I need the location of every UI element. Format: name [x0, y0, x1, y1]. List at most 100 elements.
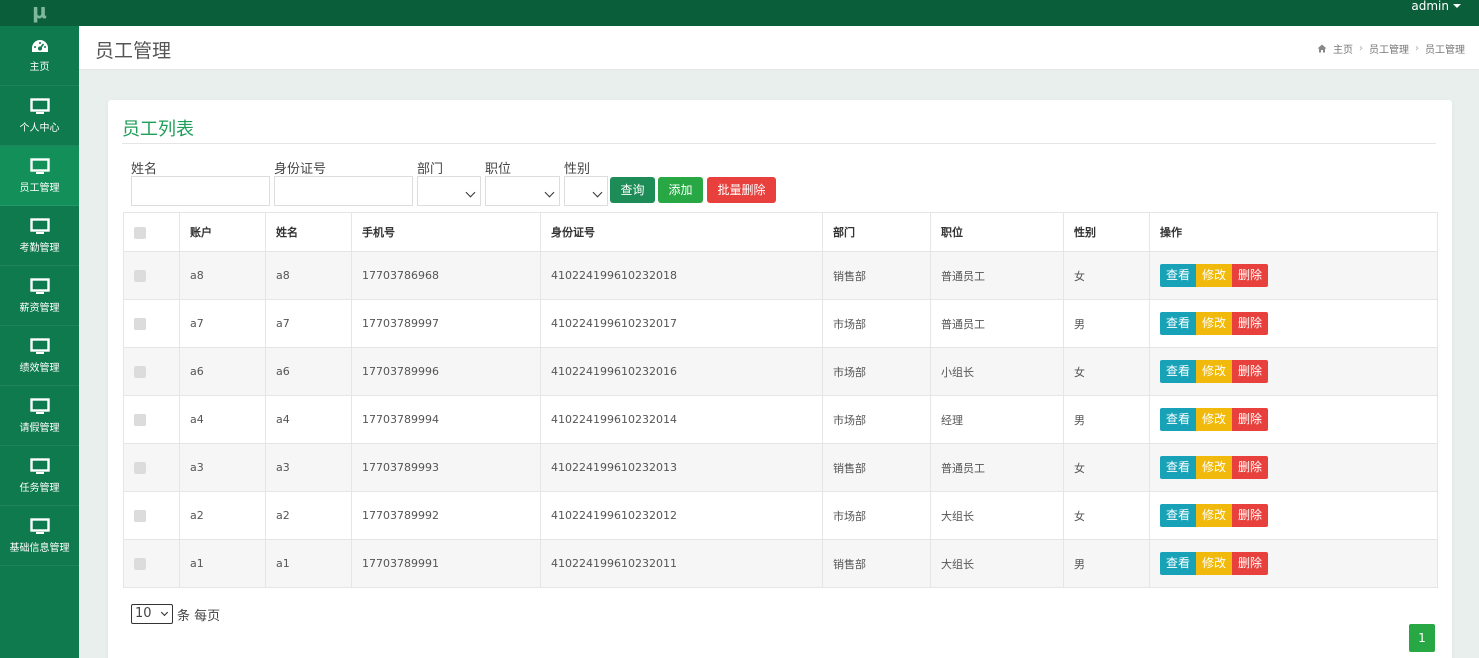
row-checkbox[interactable]	[134, 366, 146, 378]
sidebar-item-performance[interactable]: 绩效管理	[0, 326, 79, 386]
sidebar-item-attendance[interactable]: 考勤管理	[0, 206, 79, 266]
edit-button[interactable]: 修改	[1196, 456, 1233, 479]
query-button[interactable]: 查询	[610, 177, 655, 203]
row-select-cell	[123, 299, 180, 348]
row-actions: 查看 修改 删除	[1160, 264, 1427, 287]
cell-gender: 男	[1063, 299, 1150, 348]
page-size-select[interactable]: 10	[131, 604, 173, 624]
row-checkbox[interactable]	[134, 510, 146, 522]
column-header-gender: 性别	[1063, 212, 1150, 252]
sidebar-item-tasks[interactable]: 任务管理	[0, 446, 79, 506]
app-logo[interactable]: μ	[0, 0, 79, 26]
monitor-icon	[29, 517, 50, 534]
name-input[interactable]	[131, 176, 270, 206]
sidebar-item-label: 请假管理	[19, 422, 60, 434]
sidebar-item-label: 考勤管理	[19, 242, 60, 254]
position-label: 职位	[485, 162, 512, 177]
cell-phone: 17703789996	[351, 347, 541, 396]
monitor-icon	[29, 277, 50, 294]
edit-button[interactable]: 修改	[1196, 312, 1233, 335]
row-actions: 查看 修改 删除	[1160, 504, 1427, 527]
edit-button[interactable]: 修改	[1196, 264, 1233, 287]
column-header-account: 账户	[179, 212, 266, 252]
sidebar-item-home[interactable]: 主页	[0, 26, 79, 86]
gender-label: 性别	[564, 162, 591, 177]
cell-account: a4	[179, 395, 266, 444]
cell-phone: 17703789994	[351, 395, 541, 444]
row-select-cell	[123, 443, 180, 492]
delete-button[interactable]: 删除	[1232, 456, 1269, 479]
cell-position: 普通员工	[930, 443, 1064, 492]
user-name: admin	[1411, 0, 1449, 13]
delete-button[interactable]: 删除	[1232, 312, 1269, 335]
position-select[interactable]	[485, 176, 560, 206]
table-row: a1 a1 17703789991 410224199610232011 销售部…	[123, 539, 1438, 588]
cell-idcard: 410224199610232018	[540, 251, 823, 300]
row-checkbox[interactable]	[134, 318, 146, 330]
delete-button[interactable]: 删除	[1232, 264, 1269, 287]
divider	[122, 143, 1436, 144]
monitor-icon	[29, 337, 50, 354]
row-select-cell	[123, 395, 180, 444]
cell-gender: 女	[1063, 251, 1150, 300]
row-select-cell	[123, 491, 180, 540]
row-checkbox[interactable]	[134, 414, 146, 426]
view-button[interactable]: 查看	[1160, 264, 1197, 287]
batch-delete-button[interactable]: 批量删除	[707, 177, 776, 203]
page-size-value: 10	[135, 606, 152, 621]
cell-name: a3	[265, 443, 352, 492]
cell-dept: 市场部	[822, 347, 931, 396]
page-size-suffix: 条 每页	[177, 608, 221, 624]
page-button-current[interactable]: 1	[1409, 624, 1435, 652]
cell-name: a6	[265, 347, 352, 396]
delete-button[interactable]: 删除	[1232, 504, 1269, 527]
edit-button[interactable]: 修改	[1196, 552, 1233, 575]
chevron-down-icon	[592, 187, 603, 198]
cell-actions: 查看 修改 删除	[1149, 539, 1438, 588]
view-button[interactable]: 查看	[1160, 456, 1197, 479]
edit-button[interactable]: 修改	[1196, 504, 1233, 527]
cell-dept: 销售部	[822, 539, 931, 588]
cell-gender: 男	[1063, 395, 1150, 444]
monitor-icon	[29, 397, 50, 414]
user-menu[interactable]: admin	[1411, 0, 1461, 26]
view-button[interactable]: 查看	[1160, 552, 1197, 575]
row-checkbox[interactable]	[134, 558, 146, 570]
delete-button[interactable]: 删除	[1232, 552, 1269, 575]
employee-list-card: 员工列表 姓名 身份证号 部门 职位 性别 查询 添加 批量删除 账户 姓名 手…	[108, 100, 1452, 658]
sidebar-item-salary[interactable]: 薪资管理	[0, 266, 79, 326]
sidebar-item-label: 个人中心	[19, 122, 60, 134]
sidebar-item-label: 薪资管理	[19, 302, 60, 314]
sidebar-item-profile[interactable]: 个人中心	[0, 86, 79, 146]
row-select-cell	[123, 539, 180, 588]
delete-button[interactable]: 删除	[1232, 360, 1269, 383]
add-button[interactable]: 添加	[658, 177, 703, 203]
cell-account: a7	[179, 299, 266, 348]
view-button[interactable]: 查看	[1160, 504, 1197, 527]
breadcrumb-home[interactable]: 主页	[1333, 41, 1353, 56]
idcard-input[interactable]	[274, 176, 413, 206]
select-all-checkbox[interactable]	[134, 226, 146, 239]
view-button[interactable]: 查看	[1160, 312, 1197, 335]
view-button[interactable]: 查看	[1160, 408, 1197, 431]
cell-phone: 17703789993	[351, 443, 541, 492]
cell-dept: 市场部	[822, 299, 931, 348]
row-checkbox[interactable]	[134, 462, 146, 474]
sidebar-item-employees[interactable]: 员工管理	[0, 146, 79, 206]
dept-select[interactable]	[417, 176, 481, 206]
delete-button[interactable]: 删除	[1232, 408, 1269, 431]
edit-button[interactable]: 修改	[1196, 360, 1233, 383]
gender-select[interactable]	[564, 176, 608, 206]
sidebar-item-basic-info[interactable]: 基础信息管理	[0, 506, 79, 566]
column-header-idcard: 身份证号	[540, 212, 823, 252]
row-checkbox[interactable]	[134, 270, 146, 282]
monitor-icon	[29, 97, 50, 114]
view-button[interactable]: 查看	[1160, 360, 1197, 383]
cell-gender: 男	[1063, 539, 1150, 588]
sidebar-item-label: 绩效管理	[19, 362, 60, 374]
breadcrumb-item[interactable]: 员工管理	[1369, 41, 1409, 56]
edit-button[interactable]: 修改	[1196, 408, 1233, 431]
sidebar-item-leave[interactable]: 请假管理	[0, 386, 79, 446]
idcard-label: 身份证号	[274, 162, 327, 177]
dashboard-icon	[31, 39, 48, 52]
